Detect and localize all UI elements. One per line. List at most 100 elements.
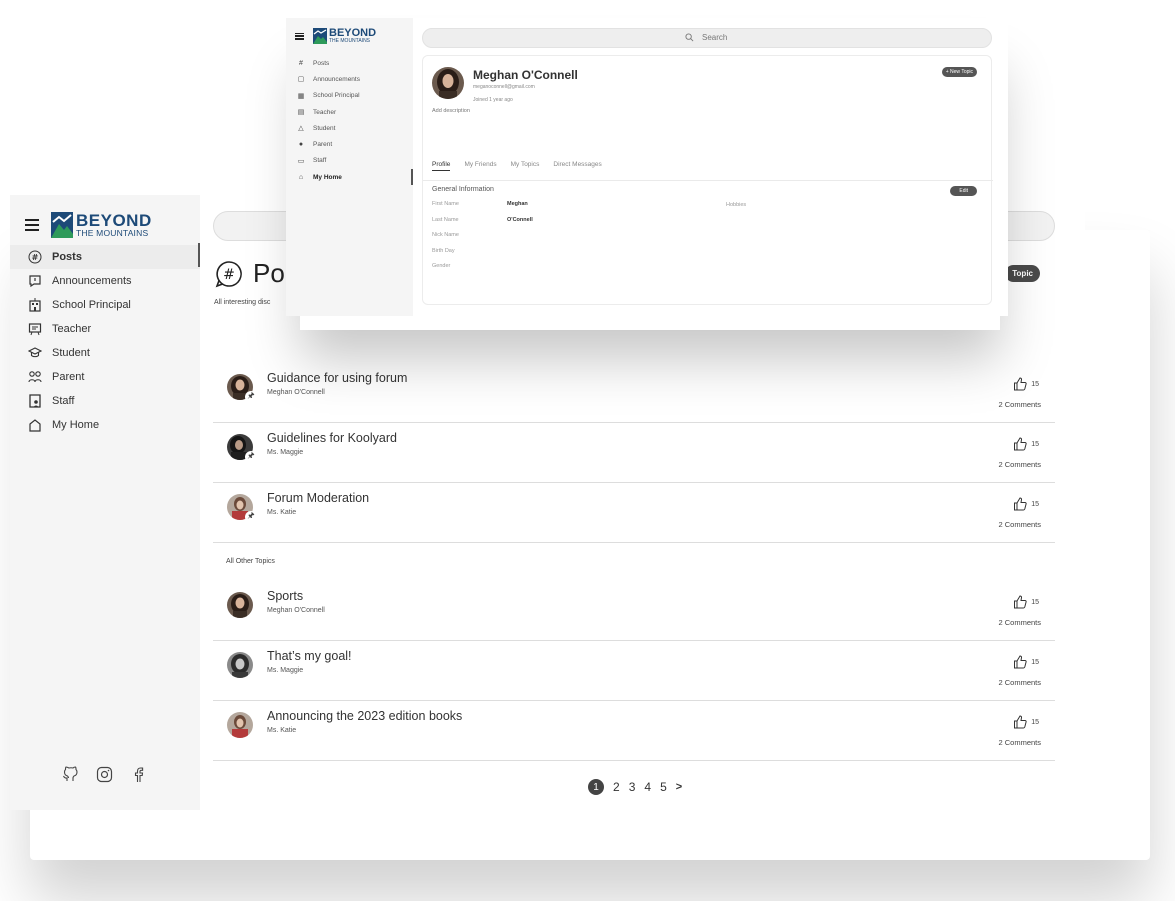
topic-row[interactable]: That’s my goal! Ms. Maggie 15 2 Comments <box>213 641 1055 701</box>
sidebar-item-label: Parent <box>52 371 85 383</box>
comment-count[interactable]: 2 Comments <box>998 738 1041 747</box>
topic-row[interactable]: 🖈 Guidelines for Koolyard Ms. Maggie 15 … <box>213 423 1055 483</box>
facebook-icon[interactable] <box>130 766 147 783</box>
profile-window: BEYOND THE MOUNTAINS # Posts ▢ Announcemen… <box>286 18 1008 316</box>
sidebar-item-school-principal[interactable]: ▦ School Principal <box>286 88 413 104</box>
topic-author: Meghan O'Connell <box>267 389 325 396</box>
tab-direct-messages[interactable]: Direct Messages <box>553 161 601 171</box>
logo[interactable]: BEYOND THE MOUNTAINS <box>329 28 376 44</box>
comment-count[interactable]: 2 Comments <box>998 520 1041 529</box>
topic-row[interactable]: Sports Meghan O'Connell 15 2 Comments <box>213 581 1055 641</box>
topic-row[interactable]: 🖈 Forum Moderation Ms. Katie 15 2 Commen… <box>213 483 1055 543</box>
sidebar-item-announcements[interactable]: ▢ Announcements <box>286 71 413 87</box>
sidebar-item-teacher[interactable]: Teacher <box>10 317 200 341</box>
logo-title: BEYOND <box>76 211 152 231</box>
topic-author: Meghan O'Connell <box>267 607 325 614</box>
new-topic-button[interactable]: + New Topic <box>941 67 977 77</box>
page-4[interactable]: 4 <box>644 780 651 794</box>
instagram-icon[interactable] <box>96 766 113 783</box>
menu-icon[interactable] <box>25 219 39 231</box>
announcement-icon <box>28 274 42 288</box>
sidebar-item-staff[interactable]: Staff <box>10 389 200 413</box>
menu-icon[interactable] <box>295 32 304 40</box>
avatar <box>227 592 253 618</box>
field-value: Meghan <box>507 201 528 207</box>
pagination: 1 2 3 4 5 > <box>588 779 682 795</box>
search-input[interactable]: Search <box>422 28 992 48</box>
hashtag-icon: # <box>28 250 42 264</box>
staff-badge-icon: ▭ <box>297 157 305 165</box>
like-count: 15 <box>1031 440 1039 448</box>
topic-title[interactable]: Sports <box>267 589 303 603</box>
sidebar-item-announcements[interactable]: Announcements <box>10 269 200 293</box>
like-count: 15 <box>1031 380 1039 388</box>
topic-title[interactable]: That’s my goal! <box>267 649 352 663</box>
like-button[interactable]: 15 <box>1013 595 1039 609</box>
sidebar-item-school-principal[interactable]: School Principal <box>10 293 200 317</box>
topic-row[interactable]: Announcing the 2023 edition books Ms. Ka… <box>213 701 1055 761</box>
field-label: Nick Name <box>432 232 459 238</box>
sidebar-item-label: My Home <box>52 419 100 431</box>
section-title: General Information <box>432 186 494 193</box>
topic-title[interactable]: Guidance for using forum <box>267 371 407 385</box>
sidebar-item-teacher[interactable]: ▤ Teacher <box>286 104 413 120</box>
sidebar-item-posts[interactable]: # Posts <box>10 243 200 269</box>
field-label: Gender <box>432 263 451 269</box>
sidebar-item-label: Teacher <box>313 108 337 116</box>
teacher-icon <box>28 322 42 336</box>
comment-count[interactable]: 2 Comments <box>998 678 1041 687</box>
tab-my-topics[interactable]: My Topics <box>511 161 540 171</box>
topic-title[interactable]: Forum Moderation <box>267 491 369 505</box>
new-topic-button[interactable]: Topic <box>1005 265 1040 282</box>
topic-title[interactable]: Announcing the 2023 edition books <box>267 709 462 723</box>
page-2[interactable]: 2 <box>613 780 620 794</box>
info-row-nick-name: Nick Name <box>432 232 533 248</box>
page-1[interactable]: 1 <box>588 779 604 795</box>
sidebar-item-parent[interactable]: Parent <box>10 365 200 389</box>
sidebar-nav: # Posts Announcements School Principal T… <box>10 243 200 437</box>
topic-title[interactable]: Guidelines for Koolyard <box>267 431 397 445</box>
sidebar-item-my-home[interactable]: My Home <box>10 413 200 437</box>
staff-badge-icon <box>28 394 42 408</box>
comment-count[interactable]: 2 Comments <box>998 618 1041 627</box>
github-icon[interactable] <box>62 766 79 783</box>
avatar[interactable] <box>432 67 464 99</box>
sidebar-item-posts[interactable]: # Posts <box>286 55 413 71</box>
comment-count[interactable]: 2 Comments <box>998 460 1041 469</box>
info-row-first-name: First Name Meghan <box>432 201 533 217</box>
sidebar-item-label: Student <box>313 124 336 132</box>
add-description-link[interactable]: Add description <box>432 108 470 114</box>
overlay-sidebar-header: BEYOND THE MOUNTAINS <box>295 28 376 44</box>
hobbies-label: Hobbies <box>726 202 747 208</box>
profile-card: Meghan O'Connell meganoconnell@gmail.com… <box>422 55 993 305</box>
next-page-button[interactable]: > <box>676 781 682 793</box>
topic-row[interactable]: 🖈 Guidance for using forum Meghan O'Conn… <box>213 363 1055 423</box>
page-3[interactable]: 3 <box>629 780 636 794</box>
comment-count[interactable]: 2 Comments <box>998 400 1041 409</box>
tab-profile[interactable]: Profile <box>432 161 451 171</box>
sidebar-item-student[interactable]: △ Student <box>286 120 413 136</box>
logo[interactable]: BEYOND THE MOUNTAINS <box>51 212 152 238</box>
like-button[interactable]: 15 <box>1013 497 1039 511</box>
hashtag-chat-icon: # <box>215 260 242 287</box>
like-button[interactable]: 15 <box>1013 655 1039 669</box>
sidebar-item-my-home[interactable]: ⌂ My Home <box>286 169 413 186</box>
page-5[interactable]: 5 <box>660 780 667 794</box>
topic-author: Ms. Katie <box>267 727 297 734</box>
thumbs-up-icon <box>1014 655 1027 669</box>
info-row-gender: Gender <box>432 263 533 279</box>
sidebar-item-label: Announcements <box>313 75 360 83</box>
sidebar-header: BEYOND THE MOUNTAINS <box>25 212 152 238</box>
tab-my-friends[interactable]: My Friends <box>464 161 496 171</box>
edit-button[interactable]: Edit <box>950 186 977 196</box>
like-button[interactable]: 15 <box>1013 437 1039 451</box>
parent-icon <box>28 370 42 384</box>
like-button[interactable]: 15 <box>1013 715 1039 729</box>
announcement-icon: ▢ <box>297 76 305 84</box>
sidebar-item-staff[interactable]: ▭ Staff <box>286 153 413 169</box>
sidebar-item-student[interactable]: Student <box>10 341 200 365</box>
like-count: 15 <box>1031 500 1039 508</box>
avatar <box>227 712 253 738</box>
like-button[interactable]: 15 <box>1013 377 1039 391</box>
sidebar-item-parent[interactable]: ● Parent <box>286 136 413 152</box>
